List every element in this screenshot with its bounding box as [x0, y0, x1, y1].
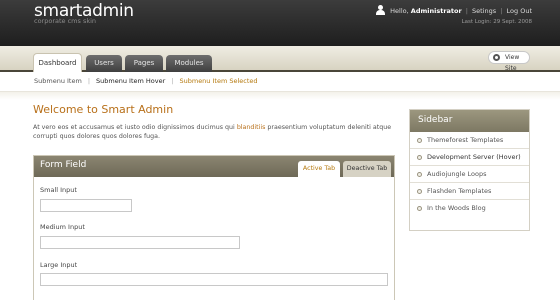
large-input-label: Large Input: [40, 261, 78, 269]
sidebar-item-label: Themeforest Templates: [427, 136, 504, 144]
top-header: smartadmin corporate cms skin Hello, Adm…: [0, 0, 560, 46]
separator: |: [465, 7, 468, 15]
submenu-item-selected[interactable]: Submenu Item Selected: [179, 77, 257, 85]
logout-link[interactable]: Log Out: [507, 7, 532, 15]
tab-users[interactable]: Users: [86, 55, 122, 72]
bullet-icon: [417, 138, 422, 143]
sidebar-item-label: In the Woods Blog: [427, 204, 486, 212]
sidebar-item-themeforest[interactable]: Themeforest Templates: [410, 132, 529, 149]
sidebar-item-label: Audiojungle Loops: [427, 170, 487, 178]
form-panel: Form Field Active Tab Deactive Tab Small…: [33, 155, 395, 300]
submenu-shadow: [0, 92, 560, 100]
sidebar-item-label: Flashden Templates: [427, 187, 492, 195]
settings-link[interactable]: Setings: [472, 7, 496, 15]
submenu-item[interactable]: Submenu Item: [34, 77, 82, 85]
small-input-label: Small Input: [40, 186, 77, 194]
submenu: Submenu Item | Submenu Item Hover | Submenu …: [0, 72, 560, 92]
large-input[interactable]: [40, 273, 388, 286]
medium-input-label: Medium Input: [40, 223, 85, 231]
tab-modules[interactable]: Modules: [166, 55, 212, 72]
view-site-icon: [493, 54, 500, 61]
form-panel-header: Form Field Active Tab Deactive Tab: [34, 156, 394, 177]
username-link[interactable]: Administrator: [411, 7, 462, 15]
sidebar-item-flashden[interactable]: Flashden Templates: [410, 183, 529, 200]
user-box: Hello, Administrator | Setings | Log Out: [376, 5, 532, 15]
page-title: Welcome to Smart Admin: [33, 103, 174, 116]
tab-deactive[interactable]: Deactive Tab: [343, 161, 391, 177]
bullet-icon: [417, 172, 422, 177]
tab-dashboard[interactable]: Dashboard: [33, 53, 82, 72]
sidebar-item-audiojungle[interactable]: Audiojungle Loops: [410, 166, 529, 183]
separator: |: [171, 77, 174, 85]
submenu-item-hover[interactable]: Submenu Item Hover: [96, 77, 165, 85]
bullet-icon: [417, 155, 422, 160]
intro-text: At vero eos et accusamus et iusto odio d…: [33, 124, 237, 131]
tagline: corporate cms skin: [34, 17, 97, 25]
bullet-icon: [417, 189, 422, 194]
greeting: Hello,: [390, 7, 409, 15]
sidebar-item-development-server[interactable]: Development Server (Hover): [410, 149, 529, 166]
tab-active[interactable]: Active Tab: [298, 161, 340, 177]
tab-pages[interactable]: Pages: [125, 55, 163, 72]
sidebar-title: Sidebar: [410, 110, 529, 132]
sidebar-item-label: Development Server (Hover): [427, 153, 521, 161]
user-icon: [376, 5, 386, 15]
sidebar-item-woods-blog[interactable]: In the Woods Blog: [410, 200, 529, 217]
intro-highlight-link[interactable]: blanditiis: [237, 124, 266, 131]
form-panel-title: Form Field: [40, 160, 87, 170]
bullet-icon: [417, 206, 422, 211]
separator: |: [500, 7, 503, 15]
intro-paragraph: At vero eos et accusamus et iusto odio d…: [33, 123, 393, 141]
view-site-button[interactable]: View Site: [488, 51, 530, 72]
medium-input[interactable]: [40, 236, 240, 249]
last-login: Last Login: 29 Sept. 2008: [461, 19, 532, 25]
separator: |: [87, 77, 91, 85]
sidebar-panel: Sidebar Themeforest Templates Developmen…: [409, 109, 530, 231]
main-nav: Dashboard Users Pages Modules: [0, 46, 560, 72]
small-input[interactable]: [40, 199, 132, 212]
